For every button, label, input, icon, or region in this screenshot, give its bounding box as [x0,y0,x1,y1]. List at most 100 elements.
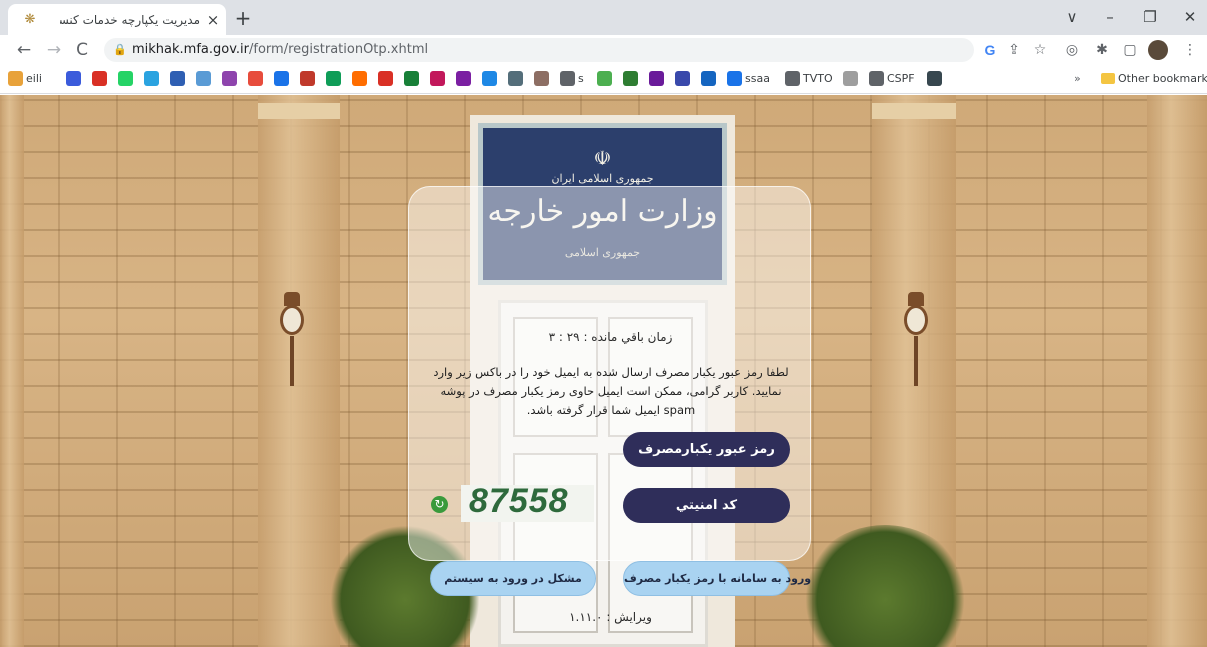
bookmark-item[interactable] [675,70,690,88]
bookmark-favicon-icon [92,70,107,86]
new-tab-button[interactable]: + [232,8,254,30]
tab-strip: ❋ مدیریت یکپارچه خدمات کنسولی × + ∨ – ❐ … [0,0,1207,35]
tab-search-icon[interactable]: ∨ [1060,6,1084,28]
bookmark-item[interactable] [248,70,263,88]
site-favicon-icon: ❋ [24,12,36,27]
bookmark-favicon-icon [300,70,315,86]
bookmark-favicon-icon [675,70,690,86]
bookmark-favicon-icon [352,70,367,86]
minimize-button[interactable]: – [1098,6,1122,28]
bookmark-item[interactable] [144,70,159,88]
url-text[interactable]: mikhak.mfa.gov.ir/form/registrationOtp.x… [132,42,732,58]
bookmarks-overflow-icon[interactable]: » [1074,70,1081,88]
bookmark-item[interactable] [701,70,716,88]
bookmark-favicon-icon [8,70,23,86]
bookmark-favicon-icon [727,70,742,86]
puzzle-icon[interactable]: ✱ [1092,40,1112,60]
bookmark-item[interactable] [649,70,664,88]
extension-icon[interactable]: ◎ [1062,40,1082,60]
bookmark-item[interactable] [597,70,612,88]
bookmark-item[interactable] [222,70,237,88]
bookmark-favicon-icon [326,70,341,86]
bookmark-favicon-icon [482,70,497,86]
wall-lamp [900,270,932,390]
browser-toolbar: ← → C 🔒 mikhak.mfa.gov.ir/form/registrat… [0,35,1207,65]
forward-button[interactable]: → [42,38,66,62]
bookmark-item[interactable]: eili [8,70,42,88]
tab-close-icon[interactable]: × [204,11,222,29]
folder-icon [1101,72,1115,84]
browser-tab-active[interactable]: ❋ مدیریت یکپارچه خدمات کنسولی × [8,4,226,35]
bookmark-favicon-icon [404,70,419,86]
bookmark-item[interactable] [430,70,445,88]
otp-countdown-timer: زمان باقي مانده : ۲۹ : ۳ [548,330,673,344]
bookmark-favicon-icon [170,70,185,86]
sidepanel-icon[interactable]: ▢ [1120,40,1140,60]
star-icon[interactable]: ☆ [1030,40,1050,60]
pillar-capital [258,103,340,119]
bookmark-favicon-icon [144,70,159,86]
bookmark-item[interactable] [118,70,133,88]
bookmark-label: eili [26,72,42,85]
bookmark-item[interactable] [927,70,942,88]
bookmark-favicon-icon [196,70,211,86]
bookmark-label: ssaa [745,72,770,85]
bookmark-favicon-icon [869,70,884,86]
lock-icon[interactable]: 🔒 [112,42,128,58]
bookmark-favicon-icon [560,70,575,86]
bookmark-item[interactable] [300,70,315,88]
menu-icon[interactable]: ⋮ [1180,40,1200,60]
google-icon[interactable]: G [980,40,1000,60]
login-panel: زمان باقي مانده : ۲۹ : ۳ لطفا رمز عبور ی… [408,186,811,624]
bookmark-item[interactable] [843,70,858,88]
bookmark-item[interactable] [196,70,211,88]
otp-instructions: لطفا رمز عبور یکبار مصرف ارسال شده به ای… [433,365,789,417]
captcha-image: 87558 [461,485,594,522]
bookmark-item[interactable] [326,70,341,88]
bookmark-item[interactable] [456,70,471,88]
bookmark-item[interactable]: CSPF [869,70,915,88]
otp-login-button[interactable]: ورود به سامانه با رمز یکبار مصرف [623,561,811,596]
bookmark-favicon-icon [248,70,263,86]
bookmark-label: CSPF [887,72,915,85]
otp-input[interactable]: رمز عبور یکبارمصرف [623,432,790,467]
tab-title: مدیریت یکپارچه خدمات کنسولی [60,13,200,27]
profile-avatar[interactable] [1148,40,1168,60]
bookmark-favicon-icon [701,70,716,86]
bookmark-item[interactable] [92,70,107,88]
restore-button[interactable]: ❐ [1138,6,1162,28]
bookmark-favicon-icon [430,70,445,86]
bookmark-item[interactable] [274,70,289,88]
bookmark-favicon-icon [118,70,133,86]
bookmark-favicon-icon [623,70,638,86]
login-trouble-button[interactable]: مشکل در ورود به سیستم [430,561,596,596]
bookmark-item[interactable] [623,70,638,88]
captcha-input[interactable]: کد امنيتي [623,488,790,523]
reload-button[interactable]: C [70,38,94,62]
bookmark-item[interactable] [170,70,185,88]
bookmark-favicon-icon [843,70,858,86]
bookmark-favicon-icon [66,70,81,86]
bookmark-item[interactable] [404,70,419,88]
bookmark-item[interactable] [352,70,367,88]
bookmark-item[interactable] [508,70,523,88]
address-bar[interactable]: 🔒 mikhak.mfa.gov.ir/form/registrationOtp… [104,38,974,62]
share-icon[interactable]: ⇪ [1004,40,1024,60]
other-bookmarks-folder[interactable]: Other bookmarks [1101,70,1207,88]
bookmarks-bar: eili s ssaa TVTO CSPF » Other bookmarks [0,65,1207,94]
back-button[interactable]: ← [12,38,36,62]
bookmark-favicon-icon [222,70,237,86]
bookmark-item[interactable] [66,70,81,88]
bookmark-label: s [578,72,584,85]
pillar-capital [872,103,956,119]
bookmark-item[interactable] [482,70,497,88]
refresh-captcha-icon[interactable]: ↻ [431,496,448,513]
bookmark-item[interactable] [378,70,393,88]
bookmark-item[interactable]: ssaa [727,70,770,88]
close-window-button[interactable]: ✕ [1178,6,1202,28]
wall-lamp [276,270,308,390]
bookmark-item[interactable] [534,70,549,88]
bookmark-item[interactable]: s [560,70,584,88]
bookmark-item[interactable]: TVTO [785,70,833,88]
bookmark-favicon-icon [597,70,612,86]
